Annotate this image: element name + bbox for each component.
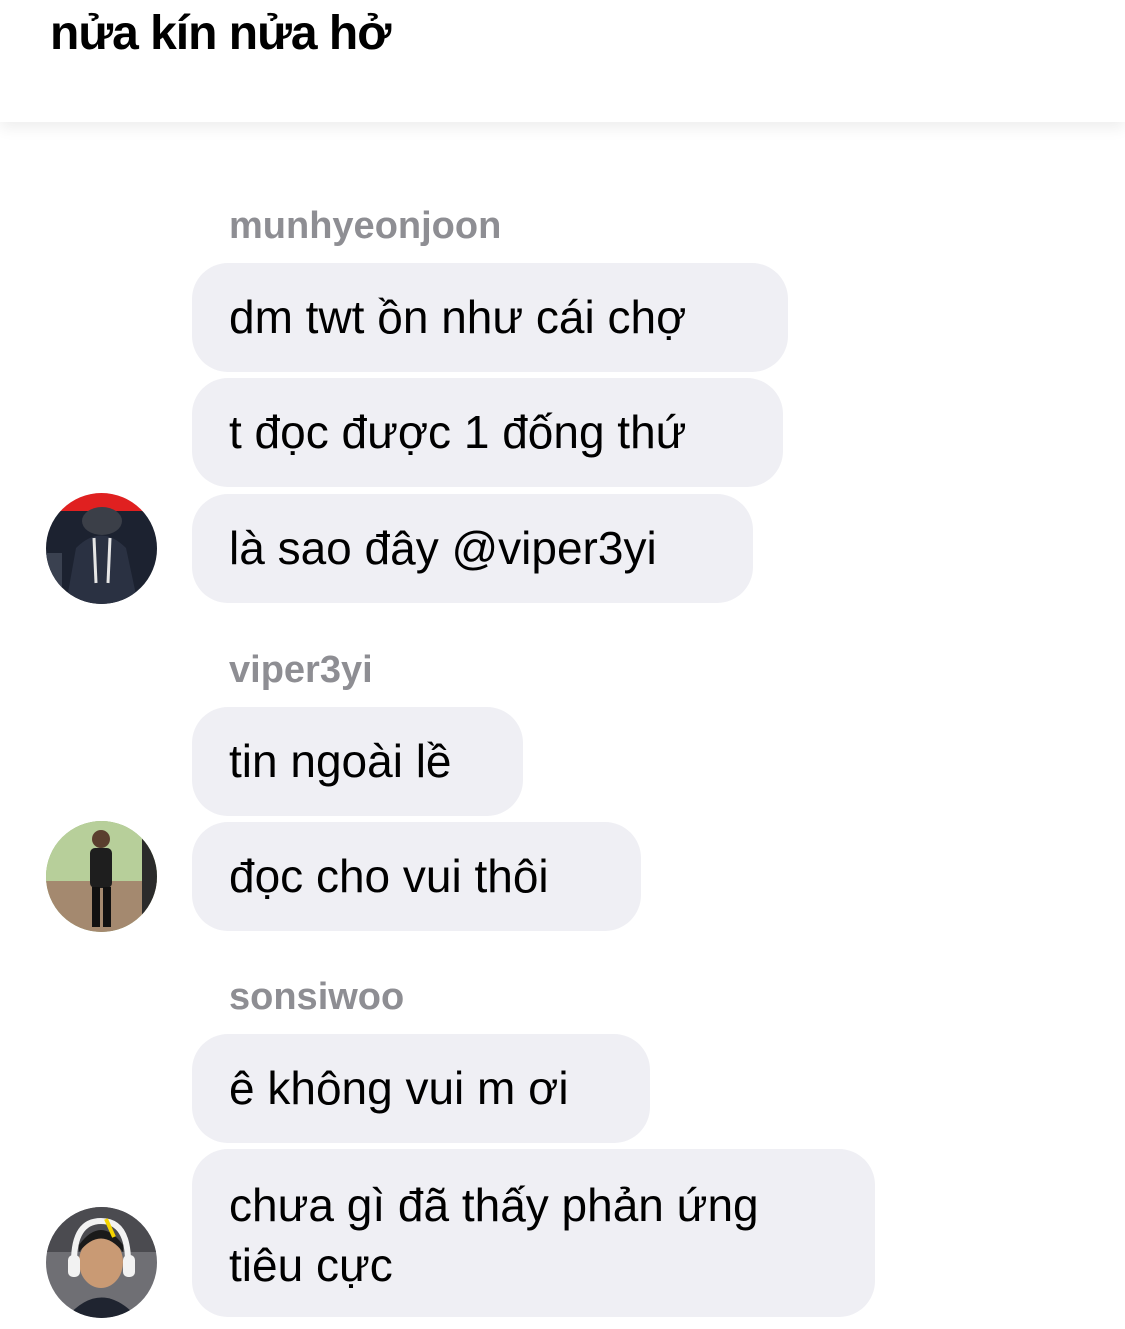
message-bubble[interactable]: đọc cho vui thôi — [192, 822, 641, 931]
sender-name: viper3yi — [229, 649, 373, 691]
person-headset-avatar-icon[interactable] — [46, 1207, 157, 1318]
message-bubble[interactable]: chưa gì đã thấy phản ứng tiêu cực — [192, 1149, 875, 1317]
message-bubble[interactable]: tin ngoài lề — [192, 707, 523, 816]
message-bubble[interactable]: dm twt ồn như cái chợ — [192, 263, 788, 372]
message-bubble[interactable]: là sao đây @viper3yi — [192, 494, 753, 603]
person-hoodie-avatar-icon[interactable] — [46, 493, 157, 604]
sender-name: munhyeonjoon — [229, 205, 502, 247]
chat-header: nửa kín nửa hở — [0, 0, 1125, 122]
message-bubble[interactable]: t đọc được 1 đống thứ — [192, 378, 783, 487]
chat-title[interactable]: nửa kín nửa hở — [50, 6, 391, 62]
message-bubble[interactable]: ê không vui m ơi — [192, 1034, 650, 1143]
person-standing-avatar-icon[interactable] — [46, 821, 157, 932]
sender-name: sonsiwoo — [229, 976, 405, 1018]
